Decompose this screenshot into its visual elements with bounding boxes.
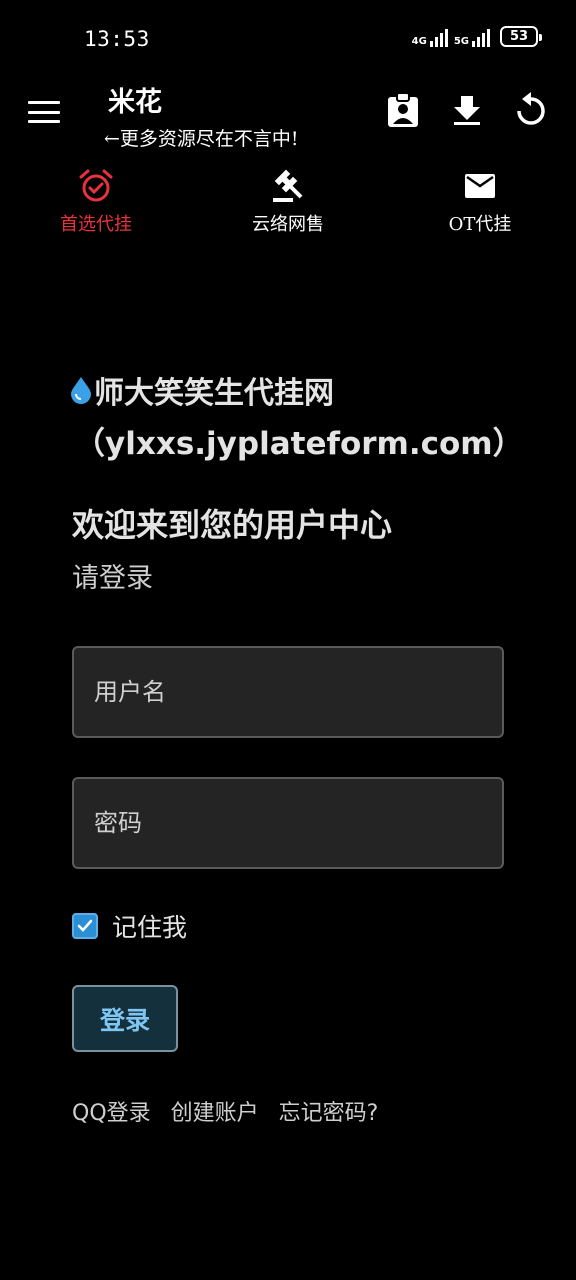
login-button[interactable]: 登录 — [72, 985, 178, 1052]
battery-icon: 53 — [500, 26, 542, 47]
status-icons: 4G 5G 53 — [412, 26, 542, 47]
app-subtitle: ←更多资源尽在不言中! — [104, 128, 299, 150]
create-account-link[interactable]: 创建账户 — [171, 1095, 259, 1127]
site-title-text: 师大笑笑生代挂网 — [94, 376, 334, 411]
tab-bar: 首选代挂 云络网售 OT代挂 — [0, 168, 576, 238]
tab-ot-hosting[interactable]: OT代挂 — [384, 168, 576, 238]
username-field[interactable] — [72, 646, 504, 738]
password-field[interactable] — [72, 777, 504, 869]
welcome-heading: 欢迎来到您的用户中心 — [72, 506, 393, 544]
refresh-icon[interactable] — [511, 90, 551, 130]
alarm-icon — [78, 168, 114, 204]
forgot-password-link[interactable]: 忘记密码? — [279, 1095, 379, 1127]
mail-icon — [462, 168, 498, 204]
menu-icon[interactable] — [26, 97, 62, 127]
remember-label: 记住我 — [112, 913, 188, 942]
password-input[interactable] — [74, 779, 502, 867]
signal-4g-icon: 4G — [412, 27, 448, 47]
check-icon — [77, 919, 93, 932]
site-url: （ylxxs.jyplateform.com） — [74, 426, 524, 462]
water-drop-icon — [70, 371, 92, 419]
qq-login-link[interactable]: QQ登录 — [72, 1095, 151, 1127]
site-title: 师大笑笑生代挂网 — [70, 370, 540, 419]
app-title: 米花 — [108, 87, 162, 118]
remember-me: 记住我 — [72, 908, 187, 944]
status-bar: 13:53 4G 5G 53 — [0, 0, 576, 70]
tab-cloud-network-sales[interactable]: 云络网售 — [192, 168, 384, 238]
status-time: 13:53 — [84, 27, 150, 51]
username-input[interactable] — [74, 648, 502, 736]
signal-5g-icon: 5G — [454, 27, 490, 47]
remember-checkbox[interactable] — [72, 913, 98, 939]
please-login-text: 请登录 — [72, 563, 153, 594]
tab-label: 云络网售 — [252, 214, 324, 235]
tab-label: 首选代挂 — [60, 214, 132, 235]
tab-label: OT代挂 — [448, 214, 512, 235]
tab-preferred-hosting[interactable]: 首选代挂 — [0, 168, 192, 238]
login-links: QQ登录 创建账户 忘记密码? — [72, 1095, 378, 1127]
download-icon[interactable] — [447, 90, 487, 130]
contact-clipboard-icon[interactable] — [383, 90, 423, 130]
gavel-icon — [270, 168, 306, 204]
app-bar: 米花 ←更多资源尽在不言中! — [0, 72, 576, 154]
